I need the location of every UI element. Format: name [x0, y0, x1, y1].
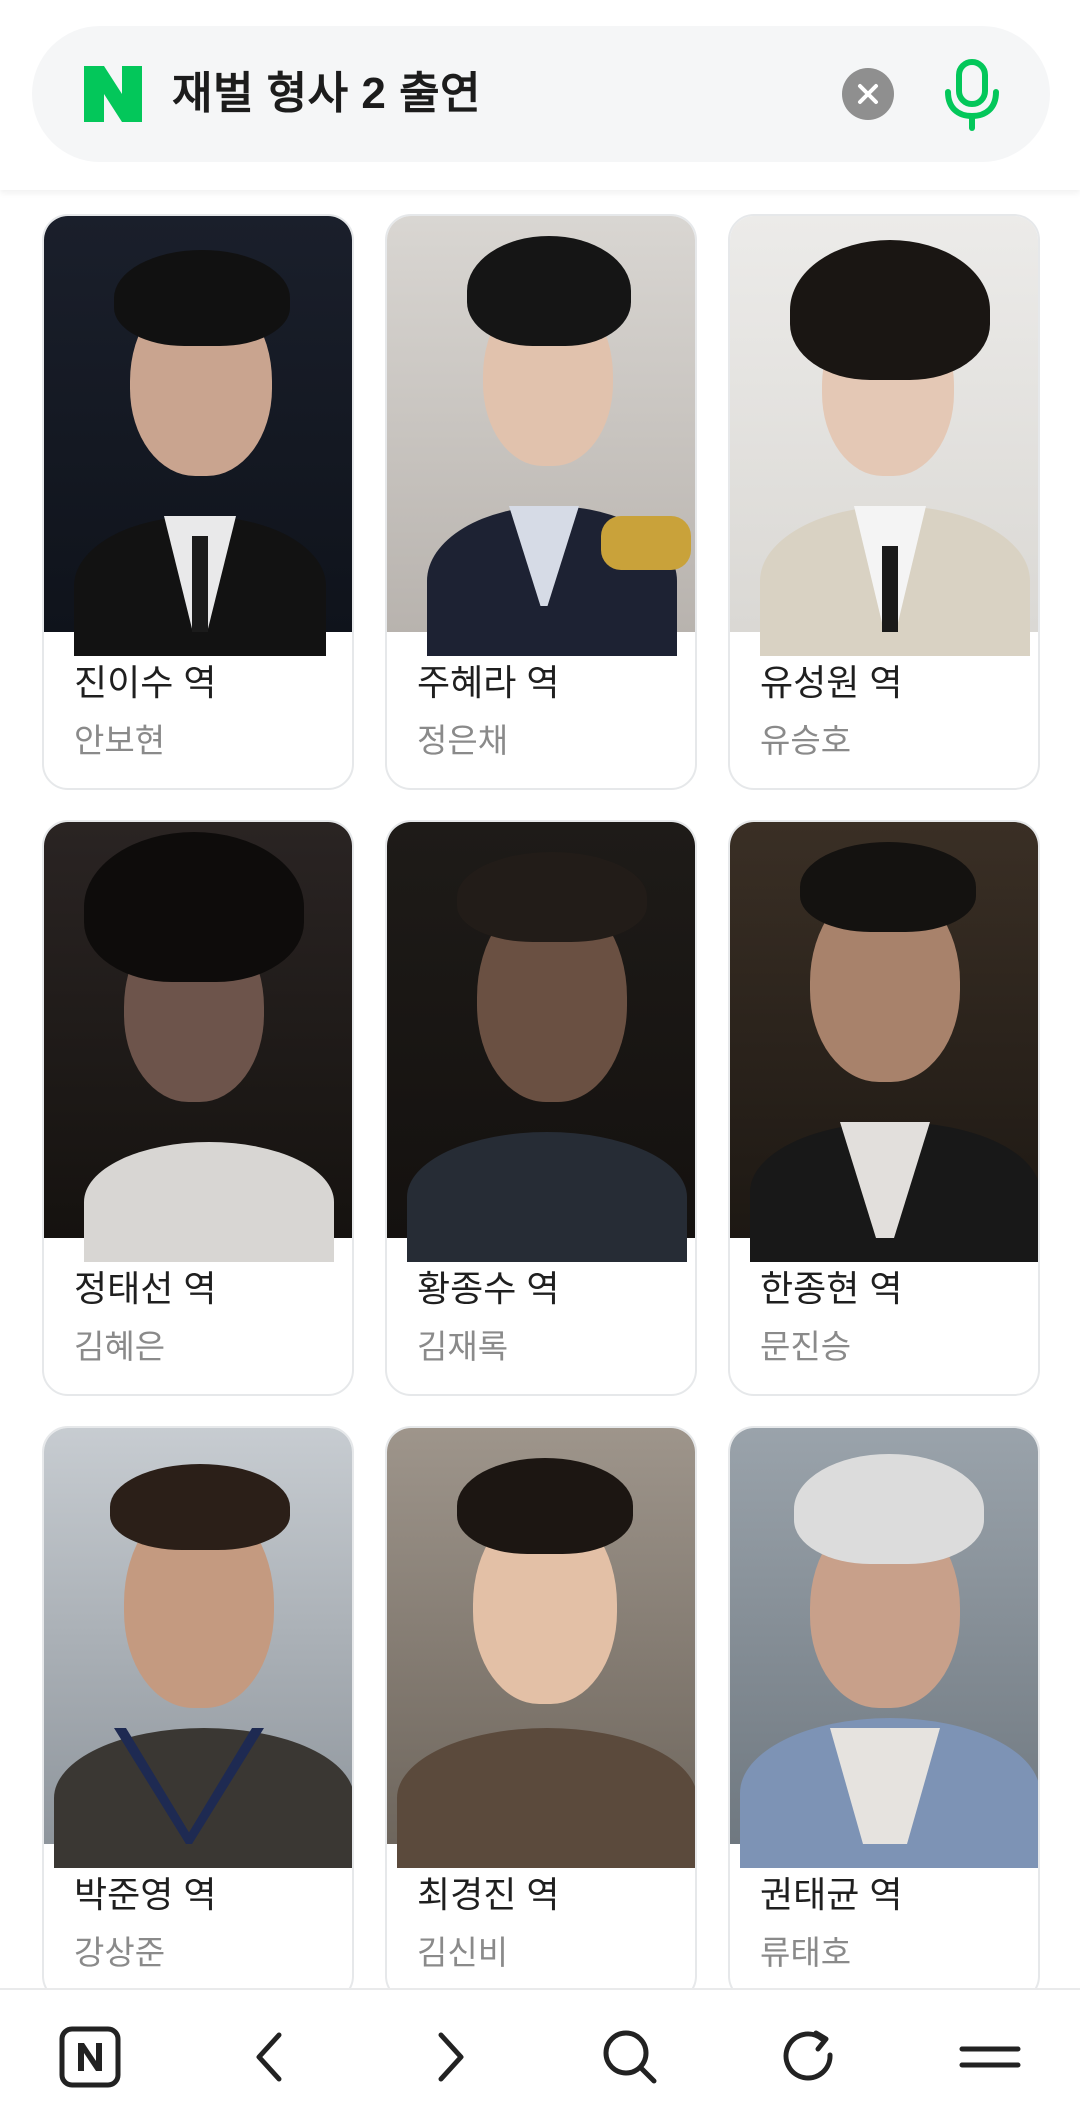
- close-icon: [858, 84, 878, 104]
- cast-card[interactable]: 정태선 역 김혜은: [42, 820, 354, 1396]
- naver-home-icon: [59, 2026, 121, 2088]
- microphone-icon: [945, 59, 999, 131]
- role-name: 박준영 역: [74, 1874, 217, 1915]
- cast-card[interactable]: 주혜라 역 정은채: [385, 214, 697, 790]
- menu-button[interactable]: [945, 2012, 1035, 2102]
- actor-photo: [387, 1428, 695, 1868]
- search-query-text[interactable]: 재벌 형사 2 출연: [172, 26, 481, 162]
- naver-logo-icon[interactable]: [84, 66, 142, 122]
- role-name: 주혜라 역: [417, 662, 560, 703]
- back-icon: [256, 2032, 282, 2082]
- actor-name: 류태호: [760, 1934, 852, 1971]
- search-icon: [603, 2030, 657, 2084]
- role-name: 최경진 역: [417, 1874, 560, 1915]
- cast-card[interactable]: 황종수 역 김재록: [385, 820, 697, 1396]
- actor-photo: [387, 822, 695, 1262]
- cast-card[interactable]: 박준영 역 강상준: [42, 1426, 354, 2002]
- actor-photo: [730, 216, 1038, 656]
- role-name: 한종현 역: [760, 1268, 903, 1309]
- refresh-icon: [783, 2030, 833, 2081]
- actor-photo: [44, 216, 352, 656]
- actor-name: 유승호: [760, 722, 852, 759]
- role-name: 정태선 역: [74, 1268, 217, 1309]
- menu-icon: [959, 2046, 1021, 2068]
- actor-photo: [730, 822, 1038, 1262]
- actor-name: 강상준: [74, 1934, 166, 1971]
- cast-card[interactable]: 한종현 역 문진승: [728, 820, 1040, 1396]
- search-button[interactable]: [585, 2012, 675, 2102]
- actor-photo: [44, 1428, 352, 1868]
- forward-icon: [438, 2032, 464, 2082]
- role-name: 황종수 역: [417, 1268, 560, 1309]
- role-name: 권태균 역: [760, 1874, 903, 1915]
- refresh-button[interactable]: [765, 2012, 855, 2102]
- actor-photo: [387, 216, 695, 656]
- cast-card[interactable]: 유성원 역 유승호: [728, 214, 1040, 790]
- actor-name: 정은채: [417, 722, 509, 759]
- cast-card[interactable]: 최경진 역 김신비: [385, 1426, 697, 2002]
- actor-photo: [730, 1428, 1038, 1868]
- naver-home-button[interactable]: [45, 2012, 135, 2102]
- role-name: 유성원 역: [760, 662, 903, 703]
- search-bar[interactable]: 재벌 형사 2 출연: [32, 26, 1050, 162]
- cast-card[interactable]: 진이수 역 안보현: [42, 214, 354, 790]
- actor-name: 김신비: [417, 1934, 509, 1971]
- voice-search-button[interactable]: [932, 54, 1012, 134]
- actor-name: 안보현: [74, 722, 166, 759]
- back-button[interactable]: [225, 2012, 315, 2102]
- search-header: 재벌 형사 2 출연: [0, 0, 1080, 190]
- forward-button[interactable]: [405, 2012, 495, 2102]
- actor-name: 문진승: [760, 1328, 852, 1365]
- role-name: 진이수 역: [74, 662, 217, 703]
- clear-search-button[interactable]: [842, 68, 894, 120]
- bottom-navigation-bar: [0, 1988, 1080, 2119]
- cast-card[interactable]: 권태균 역 류태호: [728, 1426, 1040, 2002]
- actor-photo: [44, 822, 352, 1262]
- actor-name: 김혜은: [74, 1328, 166, 1365]
- actor-name: 김재록: [417, 1328, 509, 1365]
